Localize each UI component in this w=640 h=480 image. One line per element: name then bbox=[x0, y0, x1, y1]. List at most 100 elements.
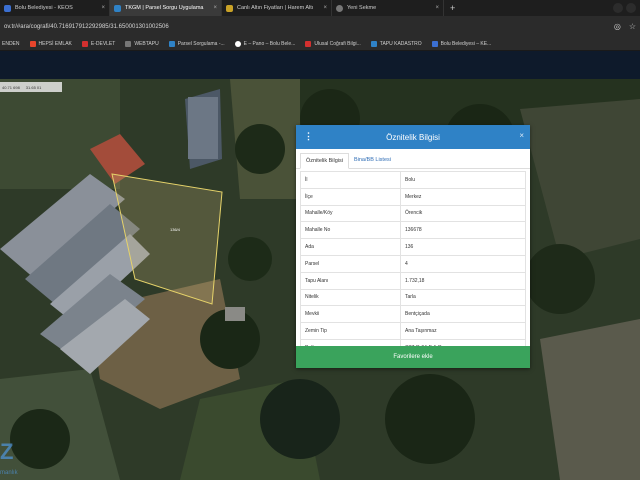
address-bar[interactable]: ov.tr/#ara/cografi/40.716917912292985/31… bbox=[0, 16, 640, 37]
attribute-row: Ada 136 bbox=[300, 238, 526, 256]
attribute-key: Mahalle/Köy bbox=[300, 204, 401, 223]
attribute-row: Mahalle/Köy Örencik bbox=[300, 204, 526, 223]
attribute-value: 136678 bbox=[400, 221, 526, 240]
bookmark-label: TAPU KADASTRO bbox=[379, 40, 422, 47]
bookmark-tapu-kadastro[interactable]: TAPU KADASTRO bbox=[370, 40, 422, 47]
tab-altin[interactable]: Canlı Altın Fiyatları | Harem Altı × bbox=[222, 0, 332, 16]
altin-favicon-icon bbox=[226, 4, 233, 12]
panel-title: Öznitelik Bilgisi bbox=[386, 132, 440, 142]
attribute-panel: ⋮ Öznitelik Bilgisi × Öznitelik Bilgisi … bbox=[296, 125, 530, 368]
attribute-row: Mevkii Bentçiçada bbox=[300, 305, 526, 324]
bookmark-webtapu[interactable]: WEBTAPU bbox=[125, 40, 159, 47]
watermark-subtitle: manlık bbox=[0, 470, 19, 476]
attribute-key: Tapu Alanı bbox=[300, 271, 401, 290]
attribute-value: 136 bbox=[400, 238, 526, 256]
house-icon bbox=[29, 40, 36, 47]
attribute-row: Nitelik Tarla bbox=[300, 288, 526, 307]
browser-tab-bar: Bolu Belediyesi - KEOS × TKGM | Parsel S… bbox=[0, 0, 640, 16]
attribute-value: Tarla bbox=[400, 288, 526, 307]
bookmark-parsel-sorgulama[interactable]: Parsel Sorgulama -... bbox=[168, 40, 225, 47]
kebab-menu-icon[interactable]: ⋮ bbox=[304, 131, 313, 142]
add-favorites-button[interactable]: Favorilere ekle bbox=[296, 346, 530, 368]
close-tab-icon[interactable]: × bbox=[323, 5, 327, 11]
attribute-row: Parsel 4 bbox=[300, 254, 526, 273]
attribute-value: Ana Taşınmaz bbox=[400, 322, 526, 340]
attribute-table: İl Bolu İlçe Merkez Mahalle/Köy Örencik Mahall… bbox=[300, 171, 526, 357]
coordinate-readout: 40.71 698 31.65 01 bbox=[0, 82, 62, 92]
attribute-key: Mevkii bbox=[300, 305, 401, 324]
minimize-icon[interactable] bbox=[613, 3, 623, 13]
bookmark-label: HEPSİ EMLAK bbox=[38, 40, 72, 47]
attribute-value: Örencik bbox=[400, 204, 526, 223]
attribute-key: İl bbox=[300, 171, 401, 189]
tab-label: Yeni Sekme bbox=[347, 5, 377, 11]
attribute-key: Nitelik bbox=[300, 288, 401, 307]
app-header bbox=[0, 51, 640, 79]
ucbs-icon bbox=[305, 40, 312, 47]
bookmark-label: E-DEVLET bbox=[90, 40, 116, 47]
attribute-row: Zemin Tip Ana Taşınmaz bbox=[300, 322, 526, 340]
panel-tabs: Öznitelik Bilgisi Bina/BB Listesi bbox=[296, 149, 530, 169]
coord-lat: 40.71 698 bbox=[2, 84, 20, 90]
attribute-key: Mahalle No bbox=[300, 221, 401, 240]
bookmark-label: Bolu Belediyesi – KE... bbox=[440, 40, 492, 47]
keos-icon bbox=[431, 40, 438, 47]
tab-keos[interactable]: Bolu Belediyesi - KEOS × bbox=[0, 0, 110, 16]
bookmark-enden[interactable]: ENDEN bbox=[2, 41, 20, 47]
watermark-logo: Z bbox=[0, 439, 13, 464]
coord-lon: 31.65 01 bbox=[25, 84, 42, 90]
attribute-value: 4 bbox=[400, 254, 526, 273]
tkgm-favicon-icon bbox=[114, 4, 121, 12]
new-tab-button[interactable]: + bbox=[444, 3, 461, 13]
bookmark-ulusal-cografi[interactable]: Ulusal Coğrafi Bilgi... bbox=[305, 40, 361, 47]
close-panel-icon[interactable]: × bbox=[519, 131, 524, 140]
bookmark-label: E – Pano – Bolu Bele... bbox=[243, 40, 296, 47]
attribute-value: Bentçiçada bbox=[400, 305, 526, 324]
chrome-favicon-icon bbox=[336, 4, 343, 12]
bookmark-bolu-keos[interactable]: Bolu Belediyesi – KE... bbox=[431, 40, 492, 47]
bookmark-label: Ulusal Coğrafi Bilgi... bbox=[314, 40, 361, 47]
bookmarks-bar: ENDEN HEPSİ EMLAK E-DEVLET WEBTAPU Parse… bbox=[0, 37, 640, 51]
bookmark-label: ENDEN bbox=[2, 40, 20, 47]
attribute-row: İl Bolu bbox=[300, 171, 526, 189]
tab-tkgm[interactable]: TKGM | Parsel Sorgu Uygulama × bbox=[110, 0, 222, 16]
tab-label: TKGM | Parsel Sorgu Uygulama bbox=[125, 5, 204, 11]
close-tab-icon[interactable]: × bbox=[213, 5, 217, 11]
url-text[interactable]: ov.tr/#ara/cografi/40.716917912292985/31… bbox=[4, 24, 169, 30]
address-actions: ◎ ☆ bbox=[614, 22, 636, 31]
tab-attribute-info[interactable]: Öznitelik Bilgisi bbox=[300, 153, 349, 169]
panel-header: ⋮ Öznitelik Bilgisi × bbox=[296, 125, 530, 149]
keos-favicon-icon bbox=[4, 4, 11, 12]
attribute-value: 1.732,18 bbox=[400, 271, 526, 290]
bookmark-label: WEBTAPU bbox=[134, 40, 159, 47]
attribute-row: Mahalle No 136678 bbox=[300, 221, 526, 240]
maximize-icon[interactable] bbox=[626, 3, 636, 13]
attribute-value: Merkez bbox=[400, 187, 526, 206]
tab-building-list[interactable]: Bina/BB Listesi bbox=[349, 153, 396, 168]
window-controls bbox=[613, 3, 640, 13]
tab-label: Bolu Belediyesi - KEOS bbox=[15, 5, 73, 11]
star-icon[interactable]: ☆ bbox=[629, 22, 636, 31]
parcel-label: 136/4 bbox=[170, 227, 181, 232]
bookmark-hepsi-emlak[interactable]: HEPSİ EMLAK bbox=[29, 40, 72, 47]
eye-off-icon[interactable]: ◎ bbox=[614, 22, 621, 31]
attribute-key: Zemin Tip bbox=[300, 322, 401, 340]
close-tab-icon[interactable]: × bbox=[101, 5, 105, 11]
attribute-key: Ada bbox=[300, 238, 401, 256]
bookmark-label: Parsel Sorgulama -... bbox=[177, 40, 225, 47]
tab-label: Canlı Altın Fiyatları | Harem Altı bbox=[237, 5, 314, 11]
e-devlet-icon bbox=[81, 40, 88, 47]
attribute-value: Bolu bbox=[400, 171, 526, 189]
attribute-key: İlçe bbox=[300, 187, 401, 206]
tkgm-icon bbox=[168, 40, 175, 47]
attribute-row: Tapu Alanı 1.732,18 bbox=[300, 271, 526, 290]
globe-icon bbox=[234, 40, 241, 47]
tab-new-page[interactable]: Yeni Sekme × bbox=[332, 0, 444, 16]
close-tab-icon[interactable]: × bbox=[435, 5, 439, 11]
bookmark-e-devlet[interactable]: E-DEVLET bbox=[81, 40, 116, 47]
kadastro-icon bbox=[370, 40, 377, 47]
bookmark-e-pano[interactable]: E – Pano – Bolu Bele... bbox=[234, 40, 296, 47]
attribute-key: Parsel bbox=[300, 254, 401, 273]
attribute-row: İlçe Merkez bbox=[300, 187, 526, 206]
webtapu-icon bbox=[125, 40, 132, 47]
